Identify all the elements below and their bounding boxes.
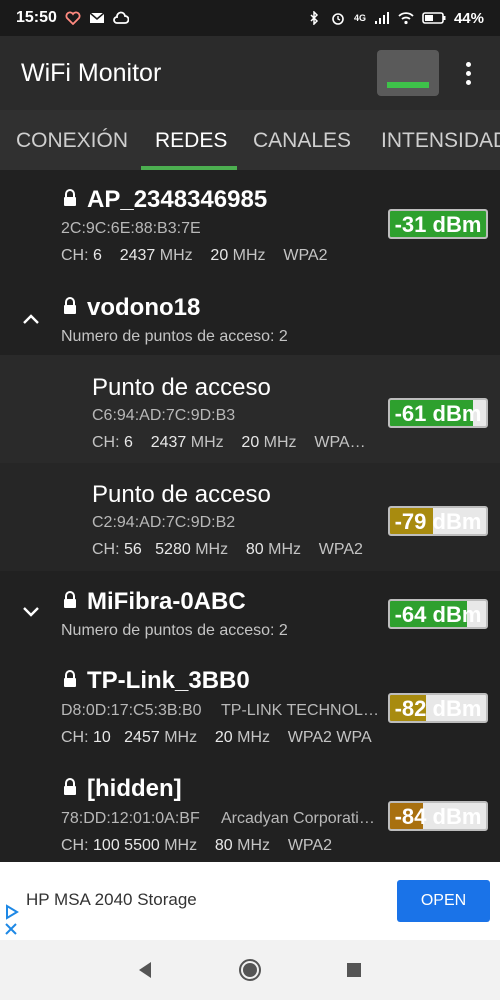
mail-icon bbox=[89, 11, 105, 25]
signal-strength-badge: -31 dBm bbox=[388, 209, 488, 239]
tab-conexion[interactable]: CONEXIÓN bbox=[16, 110, 128, 170]
back-icon[interactable] bbox=[133, 958, 157, 982]
chevron-down-icon[interactable] bbox=[21, 604, 41, 618]
ad-open-button[interactable]: OPEN bbox=[397, 880, 490, 922]
access-point-count: Numero de puntos de acceso: 2 bbox=[61, 622, 288, 639]
access-point-item[interactable]: Punto de acceso C2:94:AD:7C:9D:B2 CH: 56… bbox=[0, 463, 500, 571]
access-point-mac: C2:94:AD:7C:9D:B2 bbox=[92, 514, 236, 531]
chevron-up-icon[interactable] bbox=[21, 312, 41, 326]
access-point-title: Punto de acceso bbox=[92, 481, 271, 508]
home-icon[interactable] bbox=[238, 958, 262, 982]
lock-icon bbox=[62, 591, 78, 609]
network-info: CH: 6 2437 MHz 20 MHz WPA2 bbox=[61, 247, 328, 264]
tab-canales[interactable]: CANALES bbox=[253, 110, 351, 170]
network-item[interactable]: [hidden] 78:DD:12:01:0A:BF Arcadyan Corp… bbox=[0, 761, 500, 862]
signal-indicator-button[interactable] bbox=[377, 50, 439, 96]
ad-text: HP MSA 2040 Storage bbox=[26, 890, 197, 909]
ad-banner[interactable]: HP MSA 2040 Storage OPEN bbox=[0, 862, 500, 940]
signal-strength-badge: -61 dBm bbox=[388, 398, 488, 428]
access-point-info: CH: 6 2437 MHz 20 MHz WPA… bbox=[92, 434, 366, 451]
network-vendor: Arcadyan Corporati… bbox=[221, 810, 375, 827]
battery-icon bbox=[422, 11, 446, 25]
network-item[interactable]: AP_2348346985 2C:9C:6E:88:B3:7E CH: 6 24… bbox=[0, 170, 500, 282]
network-info: CH: 100 5500 MHz 80 MHz WPA2 bbox=[61, 837, 332, 854]
app-bar: WiFi Monitor bbox=[0, 36, 500, 110]
heart-icon bbox=[65, 11, 81, 25]
access-point-info: CH: 56 5280 MHz 80 MHz WPA2 bbox=[92, 541, 363, 558]
tab-bar: CONEXIÓN REDES CANALES INTENSIDAD bbox=[0, 110, 500, 170]
lock-icon bbox=[62, 189, 78, 207]
cloud-icon bbox=[113, 11, 129, 25]
close-icon[interactable] bbox=[4, 922, 18, 936]
network-list: AP_2348346985 2C:9C:6E:88:B3:7E CH: 6 24… bbox=[0, 170, 500, 862]
tab-redes[interactable]: REDES bbox=[155, 110, 227, 170]
tab-intensidad[interactable]: INTENSIDAD bbox=[381, 110, 500, 170]
network-group-item[interactable]: vodono18 Numero de puntos de acceso: 2 bbox=[0, 282, 500, 355]
alarm-icon bbox=[330, 11, 346, 25]
lock-icon bbox=[62, 778, 78, 796]
access-point-title: Punto de acceso bbox=[92, 374, 271, 401]
network-type: 4G bbox=[353, 13, 366, 23]
network-ssid: [hidden] bbox=[87, 775, 182, 802]
network-ssid: MiFibra-0ABC bbox=[87, 588, 246, 615]
navigation-bar bbox=[0, 940, 500, 1000]
adchoices-icon[interactable] bbox=[4, 904, 20, 920]
wifi-icon bbox=[398, 11, 414, 25]
lock-icon bbox=[62, 297, 78, 315]
cell-signal-icon bbox=[374, 11, 390, 25]
network-mac: D8:0D:17:C5:3B:B0 bbox=[61, 702, 202, 719]
network-ssid: AP_2348346985 bbox=[87, 186, 268, 213]
network-vendor: TP-LINK TECHNOL… bbox=[221, 702, 379, 719]
recents-icon[interactable] bbox=[342, 958, 366, 982]
more-options-icon[interactable] bbox=[458, 56, 478, 90]
lock-icon bbox=[62, 670, 78, 688]
network-mac: 2C:9C:6E:88:B3:7E bbox=[61, 220, 201, 237]
app-title: WiFi Monitor bbox=[21, 58, 162, 87]
access-point-item[interactable]: Punto de acceso C6:94:AD:7C:9D:B3 CH: 6 … bbox=[0, 355, 500, 463]
network-ssid: TP-Link_3BB0 bbox=[87, 667, 250, 694]
network-item[interactable]: TP-Link_3BB0 D8:0D:17:C5:3B:B0 TP-LINK T… bbox=[0, 657, 500, 761]
access-point-mac: C6:94:AD:7C:9D:B3 bbox=[92, 407, 236, 424]
signal-strength-badge: -79 dBm bbox=[388, 506, 488, 536]
access-point-count: Numero de puntos de acceso: 2 bbox=[61, 328, 288, 345]
network-group-item[interactable]: MiFibra-0ABC Numero de puntos de acceso:… bbox=[0, 571, 500, 657]
signal-strength-badge: -82 dBm bbox=[388, 693, 488, 723]
status-time: 15:50 bbox=[16, 9, 57, 26]
signal-indicator-bar bbox=[387, 82, 429, 88]
battery-percent: 44% bbox=[453, 9, 484, 27]
network-ssid: vodono18 bbox=[87, 294, 201, 321]
signal-strength-badge: -84 dBm bbox=[388, 801, 488, 831]
network-mac: 78:DD:12:01:0A:BF bbox=[61, 810, 200, 827]
network-info: CH: 10 2457 MHz 20 MHz WPA2 WPA bbox=[61, 729, 372, 746]
bluetooth-icon bbox=[306, 11, 322, 25]
signal-strength-badge: -64 dBm bbox=[388, 599, 488, 629]
status-bar: 15:50 4G 44% bbox=[0, 0, 500, 36]
